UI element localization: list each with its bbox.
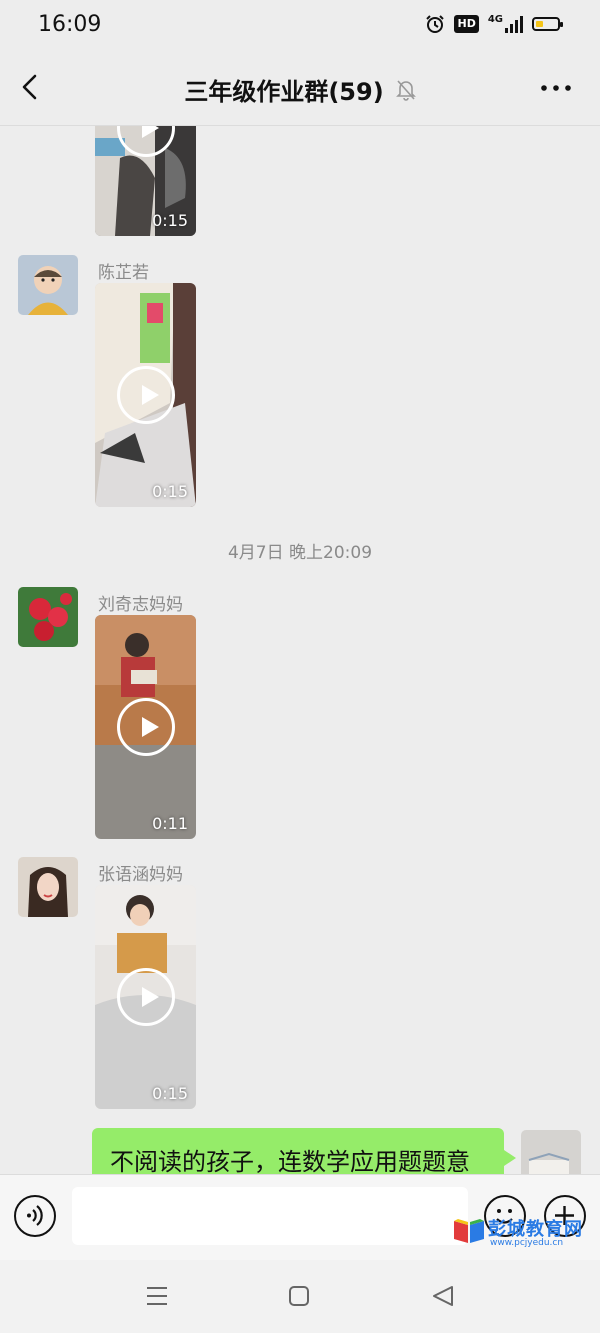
play-icon xyxy=(116,698,175,756)
my-avatar[interactable] xyxy=(521,1130,581,1174)
hd-icon: HD xyxy=(454,15,479,33)
battery-level xyxy=(536,21,543,27)
avatar[interactable] xyxy=(18,255,78,315)
sender-name: 陈芷若 xyxy=(98,263,149,283)
status-icons: HD 4G xyxy=(425,14,563,34)
avatar[interactable] xyxy=(18,587,78,647)
avatar-image xyxy=(18,255,78,315)
avatar-image xyxy=(18,587,78,647)
play-icon xyxy=(116,968,175,1026)
voice-icon[interactable] xyxy=(14,1195,56,1237)
status-bar: 16:09 HD 4G xyxy=(0,0,600,52)
avatar-image xyxy=(18,857,78,917)
video-duration: 0:15 xyxy=(152,1084,188,1103)
input-bar: 彭城教育网 www.pcjyedu.cn xyxy=(0,1174,600,1260)
sender-name: 张语涵妈妈 xyxy=(98,865,183,885)
timestamp: 4月7日 晚上20:09 xyxy=(227,543,373,563)
play-icon xyxy=(116,366,175,424)
video-message[interactable]: 0:15 xyxy=(95,885,196,1109)
avatar[interactable] xyxy=(18,857,78,917)
back-triangle-icon[interactable] xyxy=(430,1284,456,1308)
watermark: 彭城教育网 www.pcjyedu.cn xyxy=(452,1215,596,1251)
alarm-icon xyxy=(426,15,445,33)
book-logo-icon xyxy=(454,1219,484,1243)
video-duration: 0:11 xyxy=(152,814,188,833)
video-duration: 0:15 xyxy=(152,482,188,501)
video-message[interactable]: 0:15 xyxy=(95,126,196,236)
chat-title-text: 三年级作业群(59) xyxy=(184,78,384,106)
status-time: 16:09 xyxy=(38,12,102,37)
more-dots-icon[interactable] xyxy=(540,80,572,96)
bell-off-icon xyxy=(395,79,416,101)
home-icon[interactable] xyxy=(288,1285,310,1307)
video-duration: 0:15 xyxy=(152,211,188,230)
video-message[interactable]: 0:15 xyxy=(95,283,196,507)
title-bar: 三年级作业群(59) xyxy=(0,52,600,126)
avatar-image xyxy=(521,1130,581,1174)
network-label: 4G xyxy=(487,14,503,25)
outgoing-text-message[interactable]: 不阅读的孩子，连数学应用题题意 xyxy=(92,1128,504,1174)
sender-name: 刘奇志妈妈 xyxy=(98,595,183,615)
watermark-url: www.pcjyedu.cn xyxy=(490,1238,564,1248)
video-message[interactable]: 0:11 xyxy=(95,615,196,839)
bubble-tail xyxy=(504,1150,516,1166)
menu-icon[interactable] xyxy=(144,1284,170,1308)
signal-icon: 4G xyxy=(488,15,523,33)
message-input[interactable] xyxy=(72,1187,468,1245)
system-nav-bar xyxy=(0,1260,600,1333)
chat-title: 三年级作业群(59) xyxy=(0,72,600,107)
battery-icon xyxy=(532,17,563,31)
message-list[interactable]: 0:15 陈芷若 0:15 4月7日 晚上20:09 刘奇志妈妈 0:11 张语… xyxy=(0,126,600,1174)
